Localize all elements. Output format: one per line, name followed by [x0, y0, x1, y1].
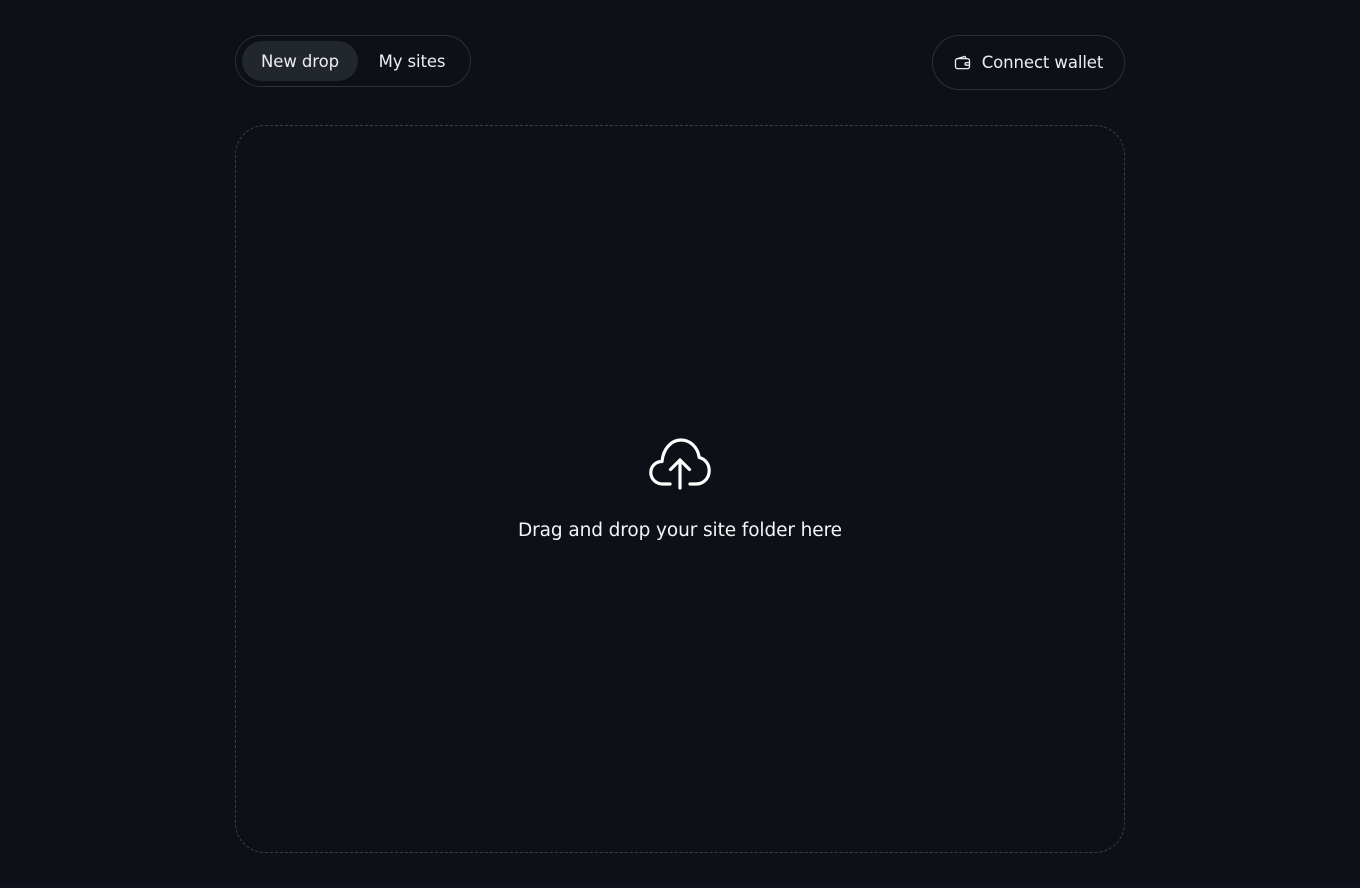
folder-dropzone[interactable]: Drag and drop your site folder here [235, 125, 1125, 853]
dropzone-label: Drag and drop your site folder here [518, 520, 842, 541]
app-root: New drop My sites Connect wallet Drag an… [0, 0, 1360, 888]
connect-wallet-label: Connect wallet [981, 53, 1104, 72]
cloud-upload-icon [649, 438, 711, 490]
wallet-icon [954, 54, 972, 72]
tab-group: New drop My sites [235, 35, 471, 87]
tab-my-sites[interactable]: My sites [360, 41, 464, 81]
tab-new-drop[interactable]: New drop [242, 41, 358, 81]
connect-wallet-button[interactable]: Connect wallet [932, 35, 1125, 90]
